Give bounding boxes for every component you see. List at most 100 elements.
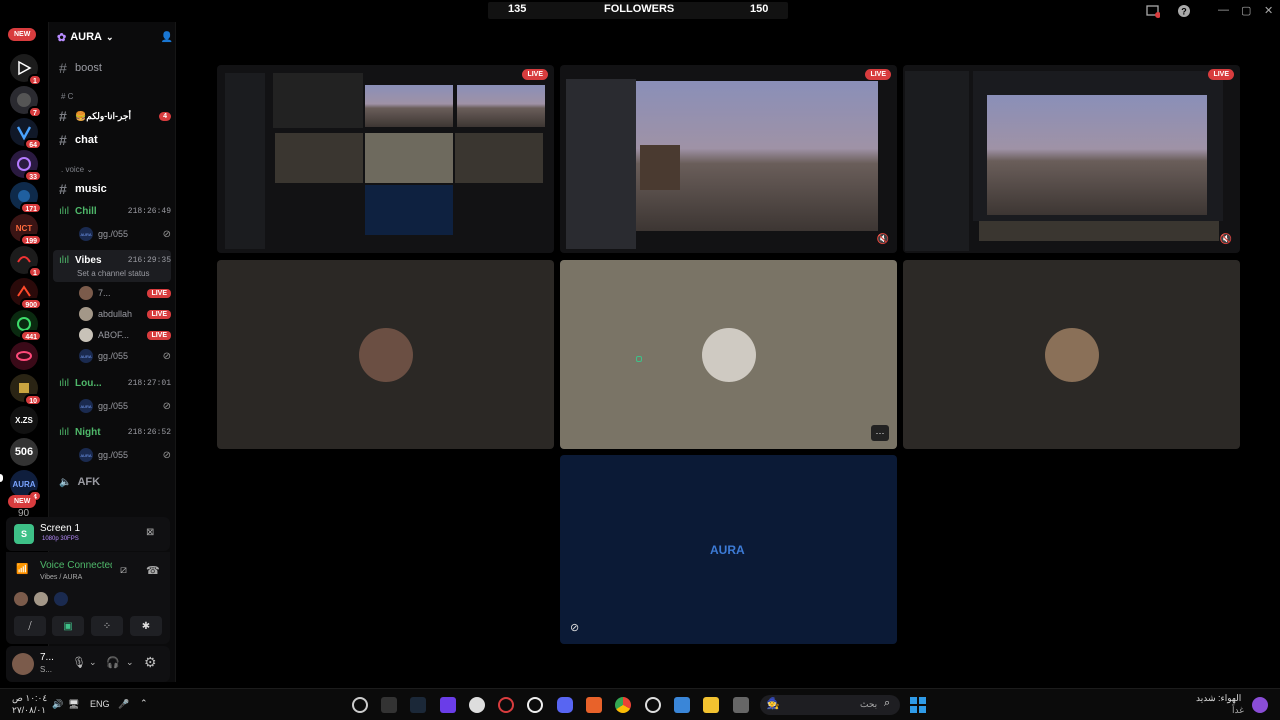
chevron-down-icon: ⌄ (106, 31, 114, 42)
add-member-icon[interactable]: 👤 (161, 32, 173, 43)
chevron-down-icon[interactable]: ⌄ (89, 657, 97, 668)
participant-tile[interactable]: ··· (560, 260, 897, 449)
hash-icon: # (59, 108, 67, 124)
disconnect-icon[interactable]: ☎ (146, 564, 160, 577)
voice-member[interactable]: abdullah LIVE (79, 306, 171, 322)
voice-member[interactable]: AURA gg./055 ⊘ (79, 447, 171, 463)
chevron-up-icon[interactable]: ⌃ (140, 698, 148, 709)
avatar: AURA (79, 399, 93, 413)
weather-icon[interactable] (1252, 697, 1268, 713)
chrome-icon[interactable] (615, 697, 631, 713)
avatar[interactable] (12, 653, 34, 675)
server-aura[interactable]: AURA4 (10, 470, 42, 502)
share-screen-button[interactable]: ▣ (52, 616, 84, 636)
server-icon[interactable]: 33 (10, 150, 42, 182)
app-icon[interactable] (469, 697, 485, 713)
task-view-icon[interactable] (733, 697, 749, 713)
server-icon[interactable]: 1 (10, 54, 42, 86)
microphone-icon[interactable]: 🎙 (72, 656, 86, 669)
stream-tile[interactable]: LIVE 🔇 (560, 65, 897, 253)
voice-member[interactable]: 7... LIVE (79, 285, 171, 301)
guild-header[interactable]: ✿ AURA ⌄ 👤 (57, 28, 173, 46)
app-icon[interactable] (498, 697, 514, 713)
more-options-button[interactable]: ··· (871, 425, 889, 441)
camera-off-button[interactable]: ⧸ (14, 616, 46, 636)
server-xzs[interactable]: X.ZS (10, 406, 38, 434)
voice-member[interactable]: ABOF... LIVE (79, 327, 171, 343)
search-box[interactable]: 🧙 بحث ⌕ (760, 695, 900, 715)
voice-channel-chill[interactable]: ılıl Chill 218:26:49 (59, 206, 171, 217)
stop-stream-icon[interactable]: ⊠ (146, 527, 154, 538)
weather-text[interactable]: الهواء: شديد (1196, 693, 1241, 704)
server-icon[interactable]: 64 (10, 118, 42, 150)
avatar (34, 592, 48, 606)
volume-icon[interactable]: 🔊 (52, 699, 63, 710)
voice-member[interactable]: AURA gg./055 ⊘ (79, 348, 171, 364)
screen-quality: 1080p 30FPS (42, 536, 79, 542)
help-icon[interactable]: ? (1177, 4, 1191, 21)
search-decoration-icon: 🧙 (766, 698, 780, 710)
activities-button[interactable]: ⁘ (91, 616, 123, 636)
participant-tile-aura[interactable]: AURA ⊘ (560, 455, 897, 644)
voice-member[interactable]: AURA gg./055 ⊘ (79, 226, 171, 242)
channel-boost[interactable]: # boost (59, 60, 102, 76)
server-icon[interactable]: 441 (10, 310, 42, 342)
channel-status[interactable]: Set a channel status (77, 269, 150, 278)
mic-tray-icon[interactable]: 🎤 (118, 699, 129, 710)
windows-start-icon[interactable] (910, 697, 926, 713)
stream-tile[interactable]: LIVE 🔇 (903, 65, 1240, 253)
maximize-button[interactable]: ▢ (1241, 4, 1251, 17)
voice-channel-vibes[interactable]: ılıl Vibes 216:29:35 (59, 255, 171, 266)
clock-date[interactable]: ٢٧/٠٨/٠١ (12, 705, 46, 716)
server-506[interactable]: 506 (10, 438, 38, 466)
server-icon[interactable] (10, 342, 38, 370)
channel-arabic[interactable]: # 🍔أجر-انا-ولكم 4 (59, 108, 171, 124)
server-icon[interactable]: NCT 199 (10, 214, 42, 246)
close-button[interactable]: ✕ (1264, 4, 1273, 17)
store-icon[interactable] (674, 697, 690, 713)
participant-tile[interactable] (903, 260, 1240, 449)
channel-chat[interactable]: # chat (59, 132, 98, 148)
category-c[interactable]: # C (61, 92, 73, 101)
steam-icon[interactable] (410, 697, 426, 713)
voice-channel-lounge[interactable]: ılıl Lou... 218:27:01 (59, 378, 171, 389)
app-icon[interactable] (645, 697, 661, 713)
voice-location[interactable]: Vibes / AURA (40, 574, 82, 581)
channel-afk[interactable]: 🔈 AFK (59, 476, 100, 488)
noise-suppression-icon[interactable]: ⧄ (120, 564, 127, 577)
server-icon[interactable]: 900 (10, 278, 42, 310)
gear-icon[interactable]: ⚙ (144, 654, 157, 671)
gamepad-icon[interactable] (440, 697, 456, 713)
server-icon[interactable]: 1 (10, 246, 42, 278)
category-voice[interactable]: . voice ⌄ (61, 165, 93, 174)
stream-thumb (275, 133, 363, 183)
inbox-icon[interactable] (1146, 4, 1161, 21)
discord-icon[interactable] (557, 697, 573, 713)
signal-icon[interactable]: 📶 (16, 564, 28, 575)
volume-mute-icon[interactable]: 🔇 (877, 234, 889, 245)
app-icon[interactable] (352, 697, 368, 713)
app-icon[interactable] (381, 697, 397, 713)
server-icon[interactable]: 171 (10, 182, 42, 214)
voice-wave-icon: ılıl (59, 378, 69, 389)
stream-tile[interactable]: LIVE (217, 65, 554, 253)
folder-icon[interactable] (703, 697, 719, 713)
network-icon[interactable]: 🖥 (68, 699, 79, 710)
settings-app-icon[interactable] (527, 697, 543, 713)
voice-channel-night[interactable]: ılıl Night 218:26:52 (59, 427, 171, 438)
weather-sub[interactable]: غداً (1232, 705, 1244, 716)
app-icon[interactable] (586, 697, 602, 713)
clock-time[interactable]: ١٠:٠٤ ص (12, 693, 47, 704)
participant-tile[interactable] (217, 260, 554, 449)
voice-member[interactable]: AURA gg./055 ⊘ (79, 398, 171, 414)
headphones-icon[interactable]: 🎧 (106, 656, 120, 669)
stream-thumb (365, 85, 453, 127)
language-indicator[interactable]: ENG (90, 699, 110, 709)
soundboard-button[interactable]: ✱ (130, 616, 162, 636)
server-icon[interactable]: 7 (10, 86, 42, 118)
minimize-button[interactable]: — (1218, 4, 1229, 16)
channel-music[interactable]: # music (59, 181, 107, 197)
chevron-down-icon[interactable]: ⌄ (126, 657, 134, 668)
server-icon[interactable]: 10 (10, 374, 42, 406)
volume-mute-icon[interactable]: 🔇 (1220, 234, 1232, 245)
